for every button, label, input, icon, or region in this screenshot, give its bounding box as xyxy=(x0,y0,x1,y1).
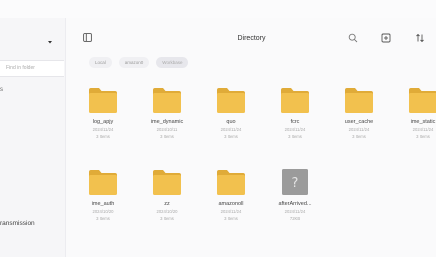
sidebar-search-input[interactable]: Find in folder xyxy=(0,60,64,77)
folder-item[interactable]: log_apjy 2024/11/24 3 Items xyxy=(73,82,137,154)
item-name: log_apjy xyxy=(92,119,114,125)
folder-icon xyxy=(216,168,246,196)
folder-item[interactable]: fcrc 2024/11/24 3 Items xyxy=(265,82,329,154)
item-name: afterArrived... xyxy=(278,201,312,207)
item-name: amazonoll xyxy=(218,201,244,207)
sidebar-item-transmission[interactable]: ransmission xyxy=(0,220,35,227)
item-name: zz xyxy=(164,201,170,207)
file-grid: log_apjy 2024/11/24 3 Items ime_dynamic 2024… xyxy=(73,82,436,236)
item-date: 2024/11/24 xyxy=(92,127,114,132)
item-count: 3 Items xyxy=(224,134,238,139)
item-name: ime_auth xyxy=(91,201,115,207)
new-folder-icon[interactable] xyxy=(381,33,391,43)
folder-item[interactable]: zz 2024/10/20 3 Items xyxy=(137,164,201,236)
search-icon[interactable] xyxy=(348,33,358,43)
item-date: 2024/11/24 xyxy=(284,127,306,132)
breadcrumb: Local amazon0 Workbase xyxy=(89,57,189,68)
item-date: 2024/11/24 xyxy=(220,209,242,214)
item-count: 3 Items xyxy=(160,134,174,139)
folder-icon xyxy=(344,86,374,114)
item-date: 2024/11/24 xyxy=(348,127,370,132)
item-count: 3 Items xyxy=(96,134,110,139)
item-count: 3 Items xyxy=(288,134,302,139)
breadcrumb-item-current[interactable]: Workbase xyxy=(156,57,189,68)
chevron-down-icon[interactable] xyxy=(46,38,54,46)
breadcrumb-item-amazon[interactable]: amazon0 xyxy=(118,57,150,68)
sidebar: Find in folder s ransmission xyxy=(0,18,66,257)
svg-text:?: ? xyxy=(292,176,299,191)
item-count: 3 Items xyxy=(224,216,238,221)
unknown-file-icon: ? xyxy=(280,168,310,196)
item-date: 2024/11/24 xyxy=(284,209,306,214)
folder-icon xyxy=(408,86,436,114)
folder-icon xyxy=(88,86,118,114)
item-date: 2024/11/24 xyxy=(412,127,434,132)
breadcrumb-item-local[interactable]: Local xyxy=(89,57,112,68)
item-date: 2024/11/24 xyxy=(220,127,242,132)
folder-item[interactable]: ime_dynamic 2024/10/11 3 Items xyxy=(137,82,201,154)
folder-icon xyxy=(88,168,118,196)
item-date: 2024/10/20 xyxy=(92,209,114,214)
main-panel: Directory Local amazon0 Workbase log_apj… xyxy=(67,18,436,257)
folder-item[interactable]: user_cache 2024/11/24 3 Items xyxy=(329,82,393,154)
item-count: 72KB xyxy=(289,216,301,221)
item-count: 3 Items xyxy=(160,216,174,221)
item-name: ime_dynamic xyxy=(150,119,184,125)
item-name: fcrc xyxy=(290,119,300,125)
item-count: 3 Items xyxy=(352,134,366,139)
item-count: 3 Items xyxy=(416,134,430,139)
sidebar-item[interactable]: s xyxy=(0,87,3,93)
item-name: quo xyxy=(226,119,236,125)
folder-item[interactable]: ime_auth 2024/10/20 3 Items xyxy=(73,164,137,236)
folder-item[interactable]: ime_static 2024/11/24 3 Items xyxy=(393,82,436,154)
folder-icon xyxy=(152,168,182,196)
item-date: 2024/10/11 xyxy=(156,127,178,132)
folder-item[interactable]: amazonoll 2024/11/24 3 Items xyxy=(201,164,265,236)
file-item[interactable]: ? afterArrived... 2024/11/24 72KB xyxy=(265,164,329,236)
window-top-bar xyxy=(0,0,436,18)
folder-icon xyxy=(152,86,182,114)
item-name: ime_static xyxy=(410,119,436,125)
item-name: user_cache xyxy=(344,119,374,125)
item-count: 3 Items xyxy=(96,216,110,221)
sort-icon[interactable] xyxy=(415,33,425,43)
folder-item[interactable]: quo 2024/11/24 3 Items xyxy=(201,82,265,154)
folder-icon xyxy=(280,86,310,114)
item-date: 2024/10/20 xyxy=(156,209,178,214)
folder-icon xyxy=(216,86,246,114)
